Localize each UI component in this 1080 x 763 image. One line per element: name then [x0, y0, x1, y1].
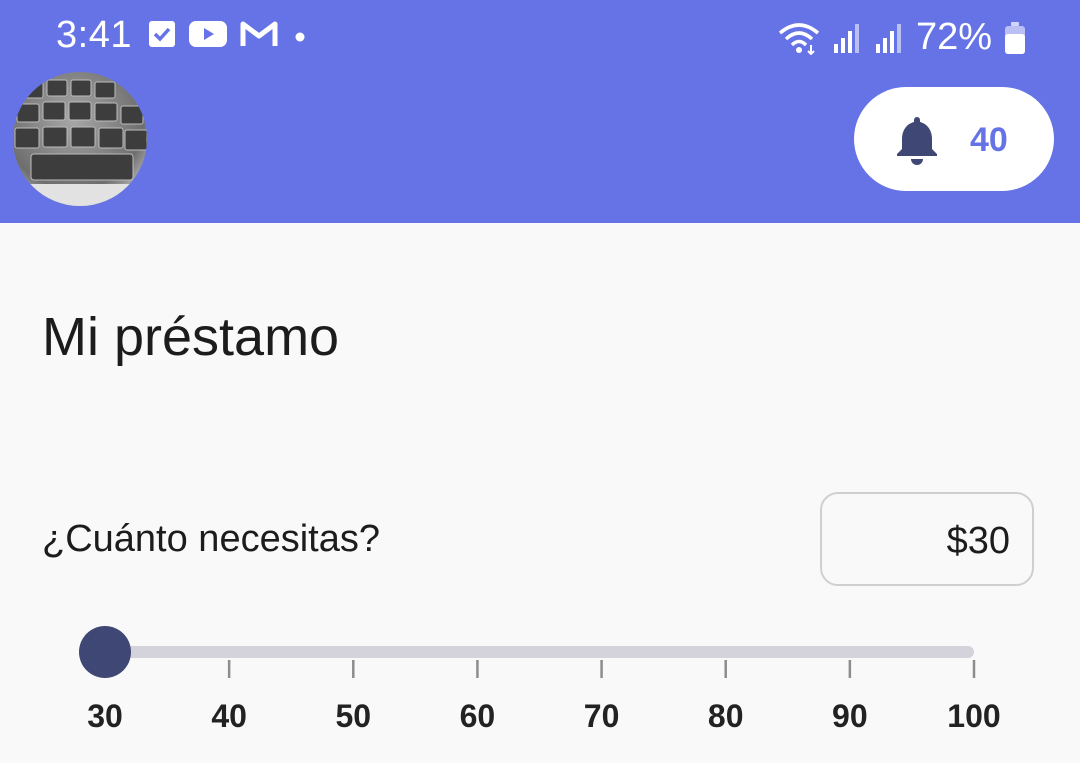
- battery-percent: 72%: [915, 16, 992, 58]
- slider-tick-label: 90: [832, 698, 868, 734]
- amount-slider[interactable]: 30 40 50 60 70 80 90 100: [0, 600, 1080, 760]
- slider-tick-label: 50: [335, 698, 371, 734]
- status-notification-icons: [148, 20, 310, 48]
- dot-icon: [295, 32, 305, 42]
- notifications-button[interactable]: 40: [854, 87, 1054, 191]
- avatar[interactable]: [13, 72, 147, 206]
- wifi-icon: [778, 22, 820, 55]
- battery-icon: [1005, 21, 1025, 54]
- status-time: 3:41: [56, 14, 132, 56]
- page-title: Mi préstamo: [42, 307, 340, 367]
- gmail-icon: [240, 21, 278, 46]
- slider-tick-label: 30: [87, 698, 123, 734]
- app-header: 3:41 72% 40: [0, 0, 1080, 223]
- slider-tick-label: 40: [211, 698, 247, 734]
- slider-tick-label: 70: [584, 698, 620, 734]
- slider-tick-label: 80: [708, 698, 744, 734]
- notification-count: 40: [970, 121, 1008, 159]
- amount-question-label: ¿Cuánto necesitas?: [42, 518, 380, 560]
- status-system-icons: 72%: [778, 16, 1026, 59]
- check-square-icon: [149, 21, 175, 47]
- slider-tick-label: 100: [947, 698, 1000, 734]
- signal-icon: [833, 23, 859, 53]
- slider-thumb[interactable]: [79, 626, 131, 678]
- signal-icon: [875, 23, 901, 53]
- amount-field[interactable]: $30: [820, 492, 1034, 586]
- amount-value: $30: [946, 520, 1010, 562]
- slider-track[interactable]: [105, 646, 974, 658]
- avatar-image: [13, 72, 147, 206]
- youtube-icon: [189, 21, 227, 47]
- slider-tick-label: 60: [460, 698, 496, 734]
- bell-icon: [897, 117, 937, 165]
